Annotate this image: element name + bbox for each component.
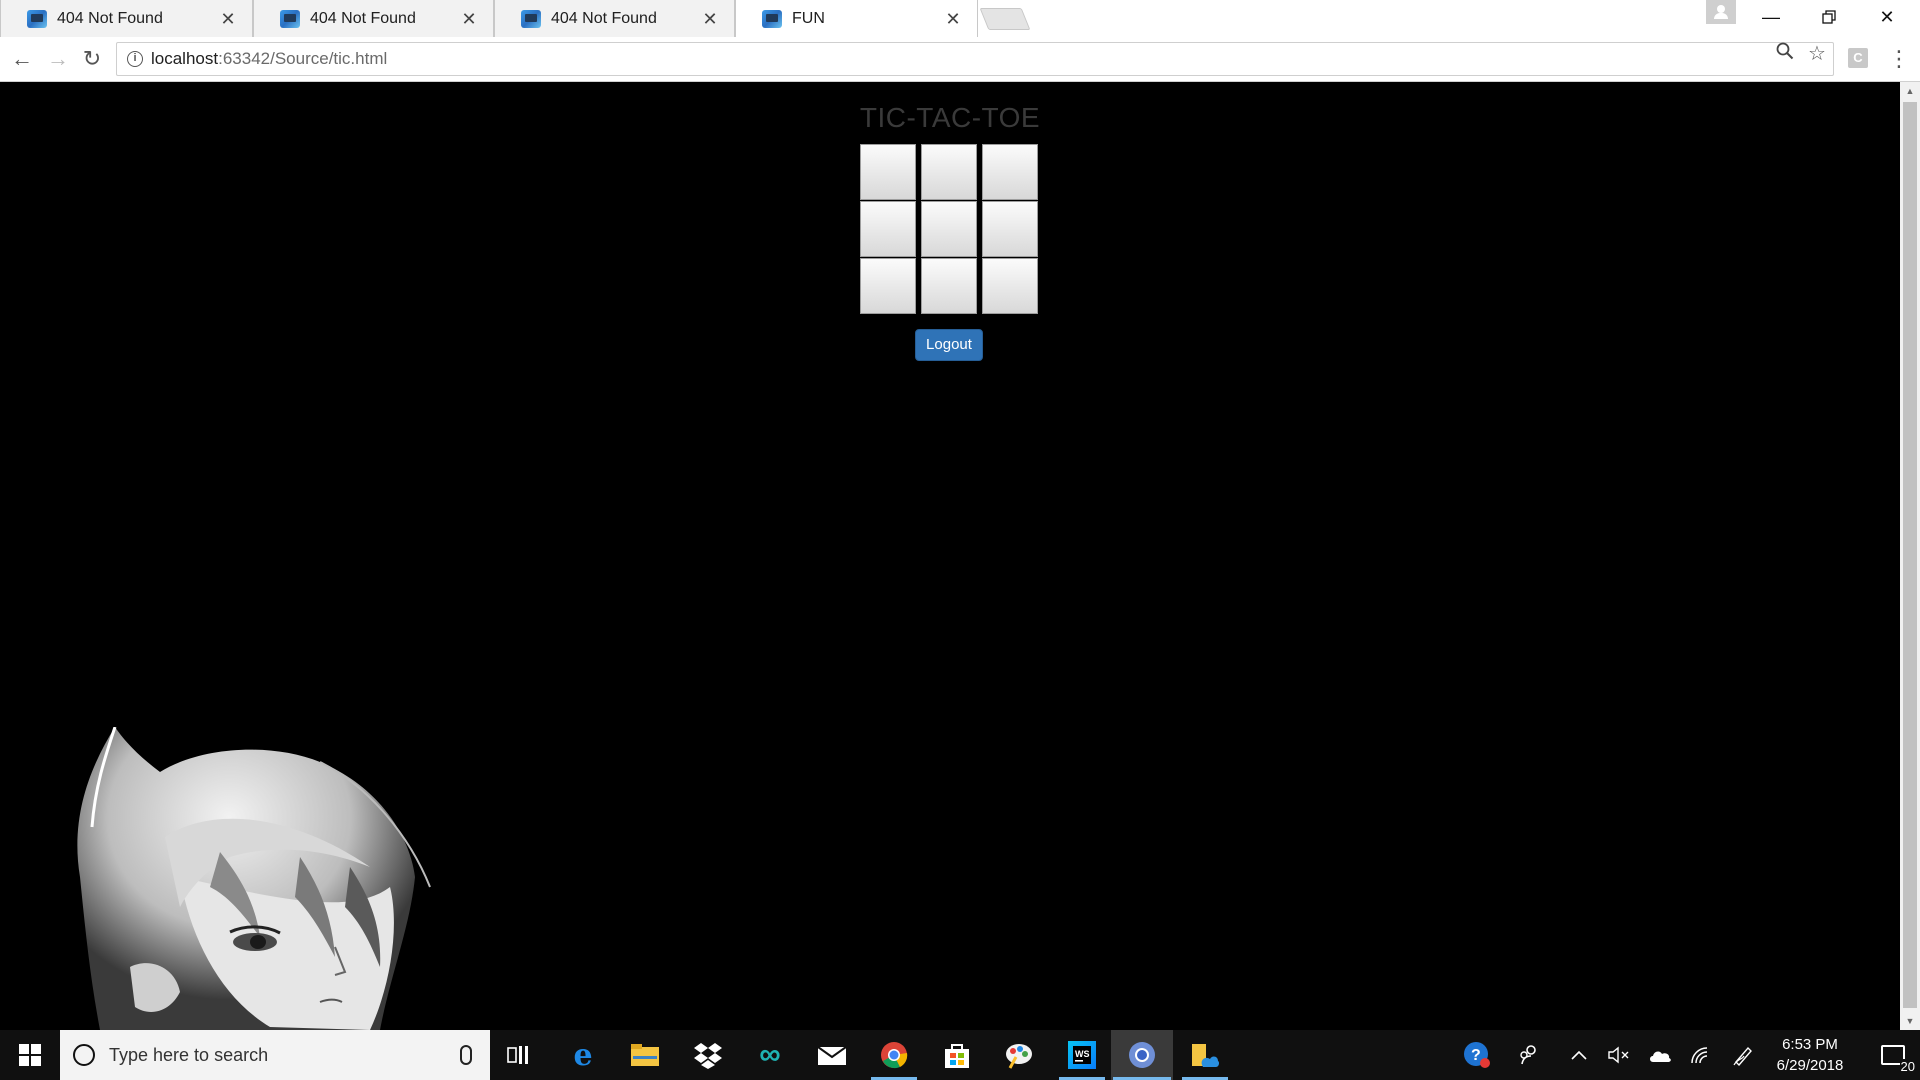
board-cell[interactable] xyxy=(921,201,977,257)
info-icon[interactable]: i xyxy=(127,51,143,67)
tab-title: 404 Not Found xyxy=(551,9,657,27)
chrome-icon[interactable] xyxy=(869,1030,919,1080)
browser-tab[interactable]: 404 Not Found ✕ xyxy=(253,0,494,37)
wifi-icon[interactable] xyxy=(1684,1030,1718,1080)
tab-title: 404 Not Found xyxy=(57,9,163,27)
chevron-up-icon[interactable] xyxy=(1564,1030,1594,1080)
bookmark-star-icon[interactable]: ☆ xyxy=(1804,41,1830,67)
tab-title: 404 Not Found xyxy=(310,9,416,27)
windows-taskbar: Type here to search e ∞ WS ? 6:53 PM 6/2… xyxy=(0,1030,1920,1080)
board-cell[interactable] xyxy=(921,144,977,200)
task-view-icon[interactable] xyxy=(494,1030,544,1080)
paint-icon[interactable] xyxy=(994,1030,1044,1080)
action-center-icon[interactable]: 20 xyxy=(1866,1030,1920,1080)
store-icon[interactable] xyxy=(932,1030,982,1080)
minimize-icon[interactable]: — xyxy=(1748,0,1794,34)
new-tab-button[interactable] xyxy=(979,8,1031,30)
chrome-canary-icon[interactable] xyxy=(1111,1030,1173,1080)
browser-toolbar: ← → ↻ i localhost:63342/Source/tic.html … xyxy=(0,37,1920,82)
file-explorer-icon[interactable] xyxy=(620,1030,670,1080)
webstorm-icon xyxy=(521,9,541,28)
game-board xyxy=(860,144,1038,314)
webstorm-icon xyxy=(27,9,47,28)
scroll-down-icon[interactable]: ▼ xyxy=(1900,1012,1920,1030)
mail-icon[interactable] xyxy=(807,1030,857,1080)
anime-character-illustration xyxy=(77,727,431,1030)
infinity-app-icon[interactable]: ∞ xyxy=(745,1030,795,1080)
forward-arrow-icon[interactable]: → xyxy=(44,45,72,73)
restore-icon[interactable] xyxy=(1806,0,1852,34)
webstorm-icon[interactable]: WS xyxy=(1057,1030,1107,1080)
board-cell[interactable] xyxy=(982,258,1038,314)
url-host: localhost xyxy=(151,49,219,68)
help-icon[interactable]: ? xyxy=(1460,1030,1494,1080)
volume-muted-icon[interactable] xyxy=(1602,1030,1636,1080)
taskbar-search[interactable]: Type here to search xyxy=(60,1030,490,1080)
onedrive-icon[interactable] xyxy=(1642,1030,1678,1080)
edge-icon[interactable]: e xyxy=(558,1030,608,1080)
search-placeholder: Type here to search xyxy=(109,1044,269,1065)
clock-time: 6:53 PM xyxy=(1782,1036,1838,1053)
profile-icon[interactable] xyxy=(1706,0,1736,24)
dropbox-icon[interactable] xyxy=(683,1030,733,1080)
cortana-icon xyxy=(73,1044,95,1066)
tab-title: FUN xyxy=(792,9,825,27)
browser-tab-strip: 404 Not Found ✕ 404 Not Found ✕ 404 Not … xyxy=(0,0,1920,37)
board-cell[interactable] xyxy=(982,144,1038,200)
close-icon[interactable]: ✕ xyxy=(459,9,479,29)
page-viewport: TIC-TAC-TOE Logout xyxy=(0,82,1900,1030)
notification-count: 20 xyxy=(1899,1059,1916,1074)
back-arrow-icon[interactable]: ← xyxy=(8,45,36,73)
scrollbar-thumb[interactable] xyxy=(1903,102,1917,1008)
browser-tab[interactable]: 404 Not Found ✕ xyxy=(494,0,735,37)
extension-icon[interactable]: C xyxy=(1848,48,1868,68)
scroll-up-icon[interactable]: ▲ xyxy=(1900,82,1920,100)
board-cell[interactable] xyxy=(860,201,916,257)
zoom-icon[interactable] xyxy=(1772,41,1798,67)
microphone-icon[interactable] xyxy=(460,1045,472,1065)
pen-ink-icon[interactable] xyxy=(1726,1030,1760,1080)
reload-icon[interactable]: ↻ xyxy=(78,45,106,73)
svg-text:WS: WS xyxy=(1075,1049,1090,1059)
window-close-icon[interactable]: ✕ xyxy=(1864,0,1910,34)
board-cell[interactable] xyxy=(860,258,916,314)
browser-tab[interactable]: 404 Not Found ✕ xyxy=(0,0,253,37)
logout-button[interactable]: Logout xyxy=(915,329,983,361)
folder-onedrive-icon[interactable] xyxy=(1180,1030,1230,1080)
url-path: :63342/Source/tic.html xyxy=(218,49,388,68)
close-icon[interactable]: ✕ xyxy=(218,9,238,29)
clock-date: 6/29/2018 xyxy=(1776,1057,1844,1074)
board-cell[interactable] xyxy=(860,144,916,200)
webstorm-icon xyxy=(762,9,782,28)
vertical-scrollbar[interactable]: ▲ ▼ xyxy=(1900,82,1920,1030)
windows-logo-icon[interactable] xyxy=(0,1030,60,1080)
close-icon[interactable]: ✕ xyxy=(700,9,720,29)
browser-tab-active[interactable]: FUN ✕ xyxy=(735,0,978,37)
board-cell[interactable] xyxy=(982,201,1038,257)
webstorm-icon xyxy=(280,9,300,28)
board-cell[interactable] xyxy=(921,258,977,314)
page-title: TIC-TAC-TOE xyxy=(859,102,1041,133)
svg-text:?: ? xyxy=(1471,1047,1481,1064)
address-bar[interactable]: i localhost:63342/Source/tic.html xyxy=(116,42,1834,76)
people-icon[interactable] xyxy=(1512,1030,1546,1080)
taskbar-clock[interactable]: 6:53 PM 6/29/2018 xyxy=(1760,1034,1860,1076)
close-icon[interactable]: ✕ xyxy=(943,9,963,29)
menu-icon[interactable]: ⋮ xyxy=(1888,45,1910,73)
